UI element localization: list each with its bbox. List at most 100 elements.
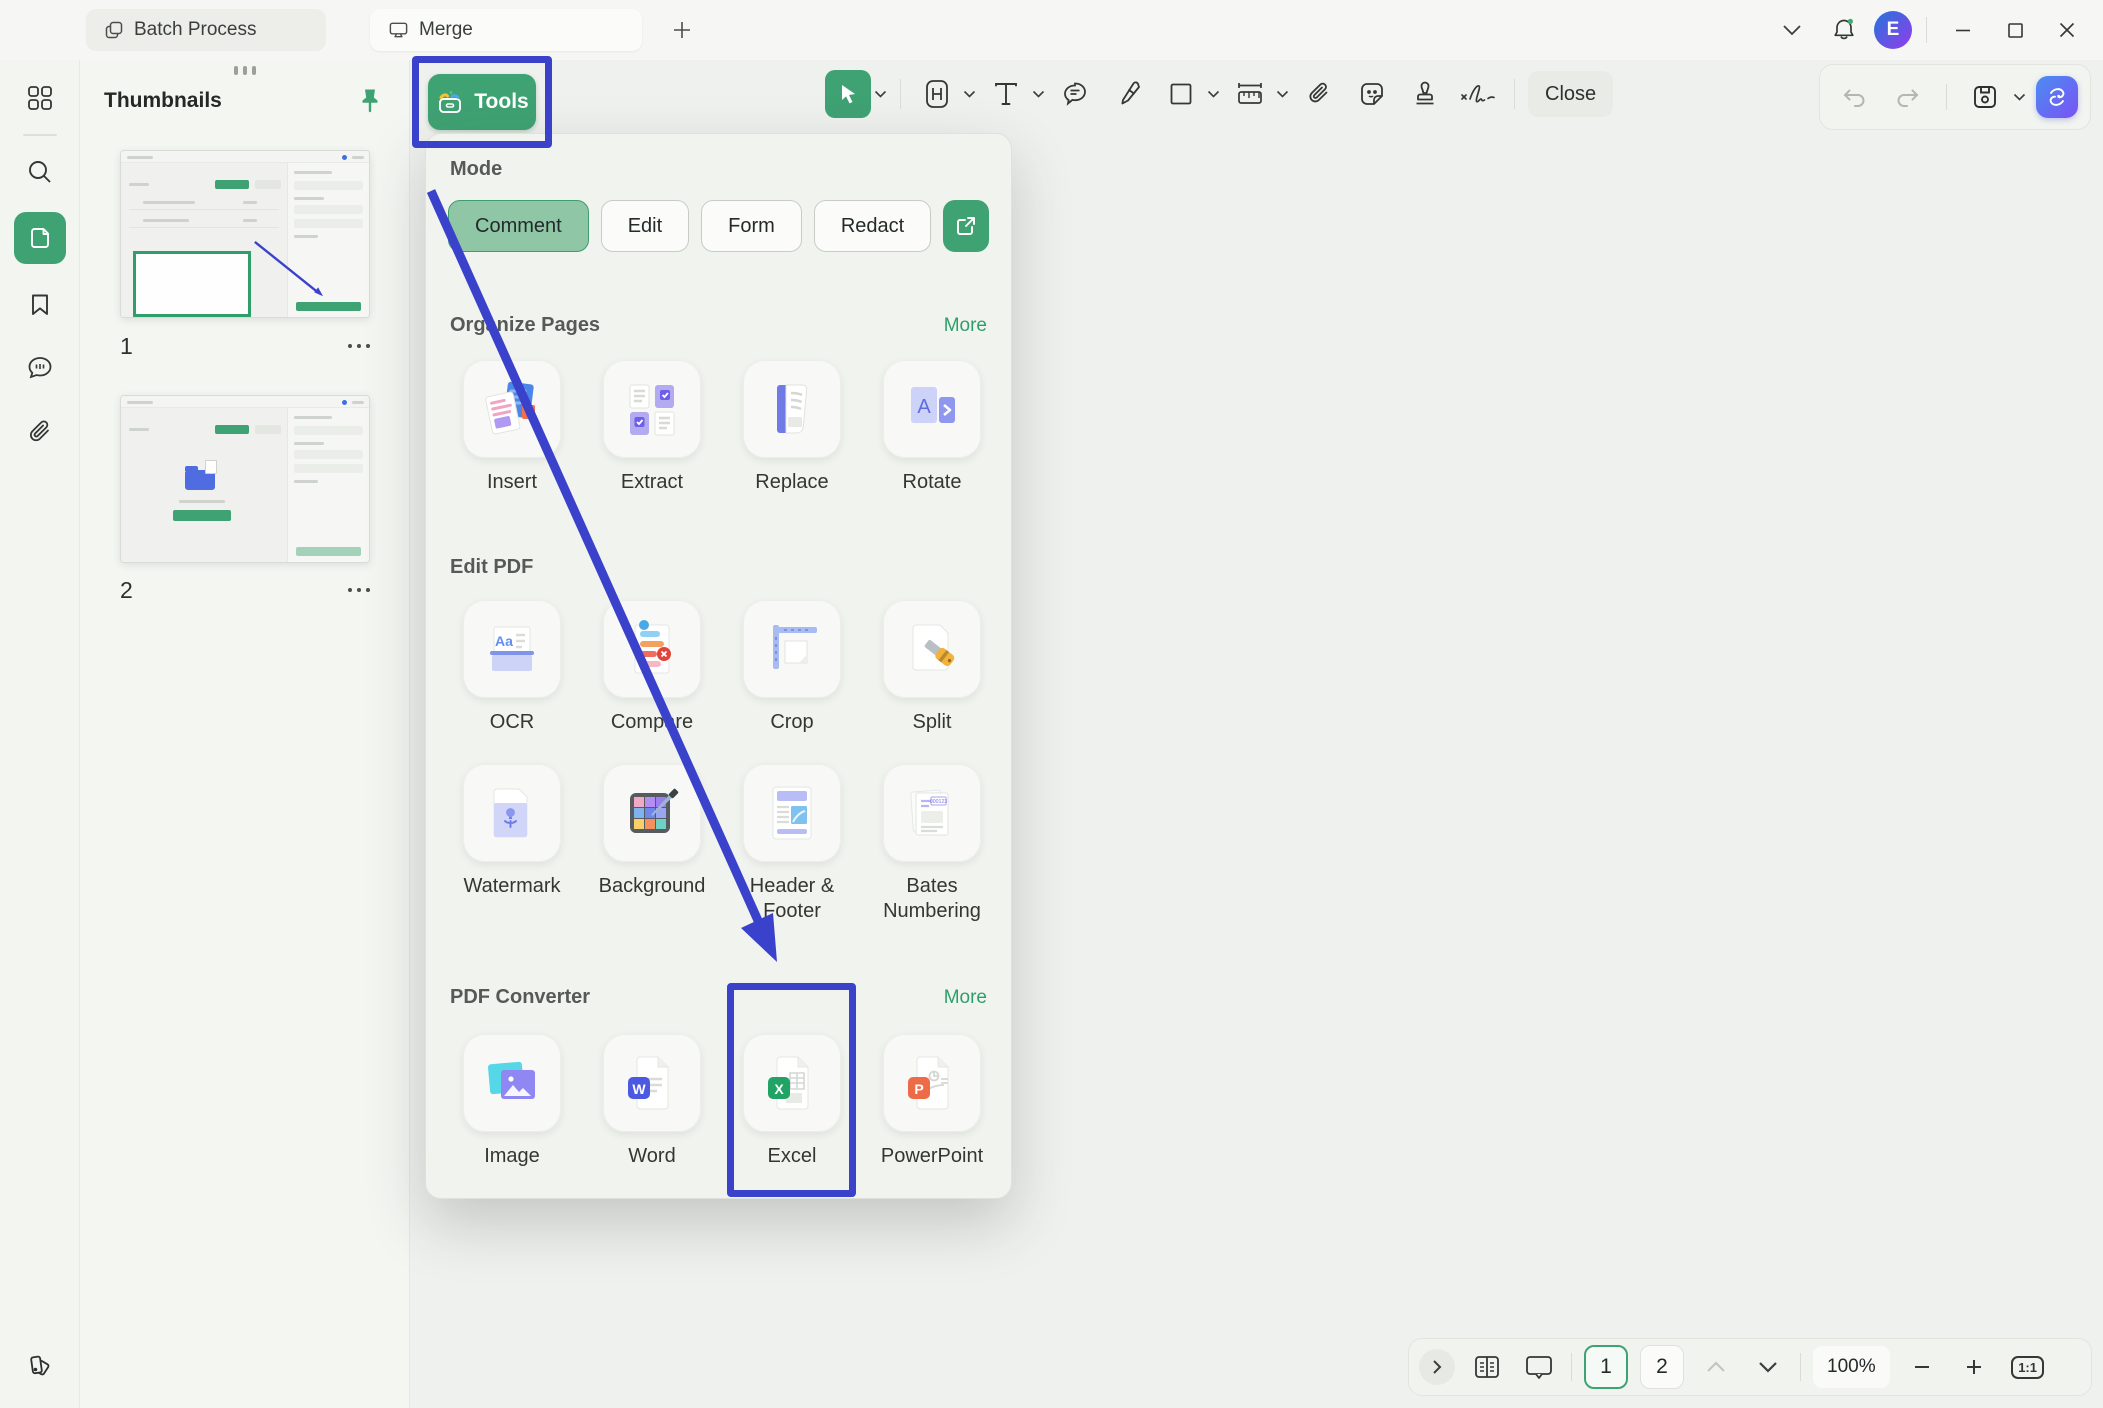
mode-form-button[interactable]: Form	[701, 200, 802, 252]
mini-sidebar	[287, 408, 369, 562]
tab-batch-process[interactable]: Batch Process	[86, 9, 326, 51]
select-tool-button[interactable]	[825, 70, 871, 118]
highlight-tool-dropdown[interactable]	[963, 90, 976, 98]
minimize-button[interactable]	[1941, 8, 1985, 52]
pdf-converter-more-link[interactable]: More	[944, 987, 987, 1009]
notifications-button[interactable]	[1822, 8, 1866, 52]
mini-titlebar	[121, 396, 369, 408]
tool-convert-powerpoint[interactable]: P PowerPoint	[862, 1034, 1002, 1169]
page-layout-button[interactable]	[1467, 1347, 1507, 1387]
page-menu-button[interactable]	[348, 588, 370, 592]
shape-tool-dropdown[interactable]	[1207, 90, 1220, 98]
ocr-icon: Aa	[480, 617, 544, 681]
signature-tool-button[interactable]	[1455, 70, 1501, 118]
page-thumbnail-1[interactable]	[120, 150, 370, 318]
tab-list-button[interactable]	[1770, 8, 1814, 52]
tools-button[interactable]: Tools	[428, 74, 536, 130]
save-button[interactable]	[1963, 75, 2007, 119]
sidebar-item-styles[interactable]	[14, 1338, 66, 1390]
tool-convert-excel[interactable]: X Excel	[722, 1034, 862, 1169]
rectangle-shape-icon	[1167, 80, 1195, 108]
mode-comment-button[interactable]: Comment	[448, 200, 589, 252]
mode-expand-button[interactable]	[943, 200, 989, 252]
page-thumbnail-2[interactable]	[120, 395, 370, 563]
external-link-icon	[954, 214, 978, 238]
tool-crop[interactable]: Crop	[722, 600, 862, 735]
attachment-tool-button[interactable]	[1296, 70, 1342, 118]
mode-option-label: Comment	[475, 215, 562, 238]
tool-split[interactable]: Split	[862, 600, 1002, 735]
tool-replace[interactable]: Replace	[722, 360, 862, 495]
sidebar-item-apps[interactable]	[14, 72, 66, 124]
chevron-down-icon	[874, 90, 887, 98]
sidebar-item-attachments[interactable]	[14, 406, 66, 458]
stamp-tool-button[interactable]	[1402, 70, 1448, 118]
tool-ocr[interactable]: Aa OCR	[442, 600, 582, 735]
previous-page-button[interactable]	[1696, 1347, 1736, 1387]
pen-tool-button[interactable]	[1105, 70, 1151, 118]
text-tool-dropdown[interactable]	[1032, 90, 1045, 98]
sticker-tool-button[interactable]	[1349, 70, 1395, 118]
maximize-button[interactable]	[1993, 8, 2037, 52]
avatar[interactable]: E	[1874, 11, 1912, 49]
swatches-icon	[24, 1348, 56, 1380]
zoom-out-button[interactable]	[1902, 1347, 1942, 1387]
home-button[interactable]	[14, 8, 58, 52]
close-window-button[interactable]	[2045, 8, 2089, 52]
page-button-2[interactable]: 2	[1640, 1345, 1684, 1389]
tool-header-footer[interactable]: Header & Footer	[722, 764, 862, 924]
measure-tool-dropdown[interactable]	[1276, 90, 1289, 98]
pen-icon	[1114, 79, 1142, 109]
tool-watermark[interactable]: Watermark	[442, 764, 582, 924]
tool-label: Excel	[768, 1144, 817, 1169]
tool-background[interactable]: Background	[582, 764, 722, 924]
zoom-level-button[interactable]: 100%	[1813, 1346, 1890, 1388]
svg-text:P: P	[914, 1081, 923, 1097]
ai-assistant-button[interactable]	[2036, 76, 2078, 118]
mode-edit-button[interactable]: Edit	[601, 200, 689, 252]
tool-convert-word[interactable]: W Word	[582, 1034, 722, 1169]
close-mode-button[interactable]: Close	[1528, 71, 1613, 117]
minus-icon	[1912, 1357, 1932, 1377]
cursor-icon	[835, 81, 861, 107]
text-tool-button[interactable]	[983, 70, 1029, 118]
organize-pages-more-link[interactable]: More	[944, 315, 987, 337]
page-button-1[interactable]: 1	[1584, 1345, 1628, 1389]
next-page-button[interactable]	[1748, 1347, 1788, 1387]
shape-tool-button[interactable]	[1158, 70, 1204, 118]
titlebar-separator	[1926, 17, 1927, 43]
save-dropdown[interactable]	[2013, 93, 2026, 101]
actual-size-button[interactable]: 1:1	[2006, 1348, 2050, 1386]
presentation-button[interactable]	[1519, 1347, 1559, 1387]
tool-bates-numbering[interactable]: 000123 Bates Numbering	[862, 764, 1002, 924]
sidebar-item-comments[interactable]	[14, 342, 66, 394]
zoom-in-button[interactable]	[1954, 1347, 1994, 1387]
panel-drag-handle[interactable]	[80, 66, 409, 75]
mode-label: Mode	[450, 158, 502, 181]
page-menu-button[interactable]	[348, 344, 370, 348]
tool-insert[interactable]: Insert	[442, 360, 582, 495]
tab-merge[interactable]: Merge	[370, 9, 642, 51]
powerpoint-icon: P	[900, 1051, 964, 1115]
tool-convert-image[interactable]: Image	[442, 1034, 582, 1169]
tool-compare[interactable]: Compare	[582, 600, 722, 735]
collapse-bar-button[interactable]	[1419, 1349, 1455, 1385]
undo-button[interactable]	[1832, 75, 1876, 119]
sidebar-item-bookmarks[interactable]	[14, 278, 66, 330]
sidebar-item-search[interactable]	[14, 146, 66, 198]
select-tool-dropdown[interactable]	[874, 90, 887, 98]
tool-rotate[interactable]: A Rotate	[862, 360, 1002, 495]
pin-icon[interactable]	[355, 86, 385, 116]
measure-tool-button[interactable]	[1227, 70, 1273, 118]
two-page-view-icon	[1472, 1353, 1502, 1381]
tool-extract[interactable]: Extract	[582, 360, 722, 495]
highlight-tool-button[interactable]	[914, 70, 960, 118]
replace-icon	[760, 377, 824, 441]
panel-title: Thumbnails	[104, 89, 222, 113]
new-tab-button[interactable]	[662, 10, 702, 50]
mode-redact-button[interactable]: Redact	[814, 200, 931, 252]
note-tool-button[interactable]	[1052, 70, 1098, 118]
sidebar-item-thumbnails[interactable]	[14, 212, 66, 264]
mode-row: Comment Edit Form Redact	[448, 200, 989, 252]
redo-button[interactable]	[1886, 75, 1930, 119]
